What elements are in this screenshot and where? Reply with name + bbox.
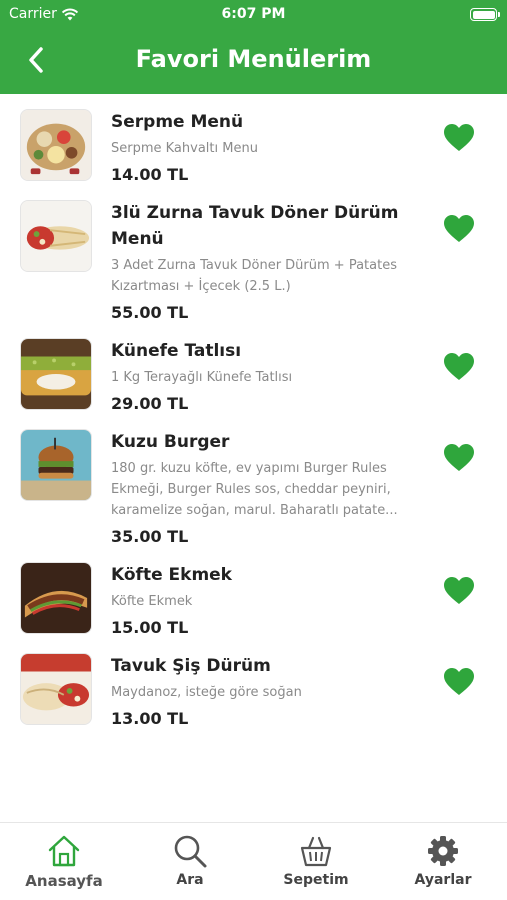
heart-icon[interactable] <box>443 352 475 382</box>
food-image <box>20 200 92 272</box>
tab-ara[interactable]: Ara <box>140 823 240 900</box>
item-price: 15.00 TL <box>111 618 189 637</box>
tab-sepetim[interactable]: Sepetim <box>266 823 366 900</box>
tab-label: Ara <box>176 872 204 888</box>
gear-icon <box>428 836 458 866</box>
tab-label: Anasayfa <box>25 872 103 890</box>
page-title: Favori Menülerim <box>135 45 372 73</box>
tab-label: Sepetim <box>283 872 349 888</box>
app-header: Carrier 6:07 PM Favori Menülerim <box>0 0 507 94</box>
status-bar: Carrier 6:07 PM <box>0 0 507 28</box>
item-price: 29.00 TL <box>111 394 189 413</box>
item-price: 14.00 TL <box>111 165 189 184</box>
tab-anasayfa[interactable]: Anasayfa <box>14 823 114 900</box>
kunefe-image <box>21 339 91 409</box>
tab-label: Ayarlar <box>414 872 472 888</box>
search-icon <box>174 835 207 868</box>
item-description: 1 Kg Terayağlı Künefe Tatlısı <box>111 370 293 385</box>
heart-icon[interactable] <box>443 214 475 244</box>
item-price: 55.00 TL <box>111 303 189 322</box>
item-name: Kuzu Burger <box>111 432 230 452</box>
heart-icon[interactable] <box>443 576 475 606</box>
breakfast-platter-image <box>21 110 91 180</box>
battery-icon <box>470 8 500 21</box>
heart-icon[interactable] <box>443 443 475 473</box>
home-icon <box>48 835 80 867</box>
food-image <box>20 562 92 634</box>
item-name: Tavuk Şiş Dürüm <box>111 656 271 676</box>
basket-icon <box>300 836 332 867</box>
food-image <box>20 429 92 501</box>
tab-ayarlar[interactable]: Ayarlar <box>393 823 493 900</box>
food-image <box>20 109 92 181</box>
item-description: 180 gr. kuzu köfte, ev yapımı Burger Rul… <box>111 461 398 518</box>
status-time: 6:07 PM <box>221 6 286 22</box>
item-description: Maydanoz, isteğe göre soğan <box>111 685 302 700</box>
tab-bar: Anasayfa Ara Sepetim Ayarlar <box>0 822 507 900</box>
item-name: Köfte Ekmek <box>111 565 232 585</box>
food-image <box>20 338 92 410</box>
item-name: Serpme Menü <box>111 112 244 132</box>
burger-image <box>21 430 91 500</box>
doner-wrap-image <box>21 201 91 271</box>
item-price: 13.00 TL <box>111 709 189 728</box>
item-description: Köfte Ekmek <box>111 594 193 609</box>
chicken-wrap-image <box>21 654 91 724</box>
item-name: 3lü Zurna Tavuk Döner Dürüm Menü <box>111 203 399 249</box>
heart-icon[interactable] <box>443 123 475 153</box>
item-price: 35.00 TL <box>111 527 189 546</box>
food-image <box>20 653 92 725</box>
item-name: Künefe Tatlısı <box>111 341 242 361</box>
item-description: Serpme Kahvaltı Menu <box>111 141 258 156</box>
item-description: 3 Adet Zurna Tavuk Döner Dürüm + Patates… <box>111 258 397 294</box>
heart-icon[interactable] <box>443 667 475 697</box>
kofte-sandwich-image <box>21 563 91 633</box>
